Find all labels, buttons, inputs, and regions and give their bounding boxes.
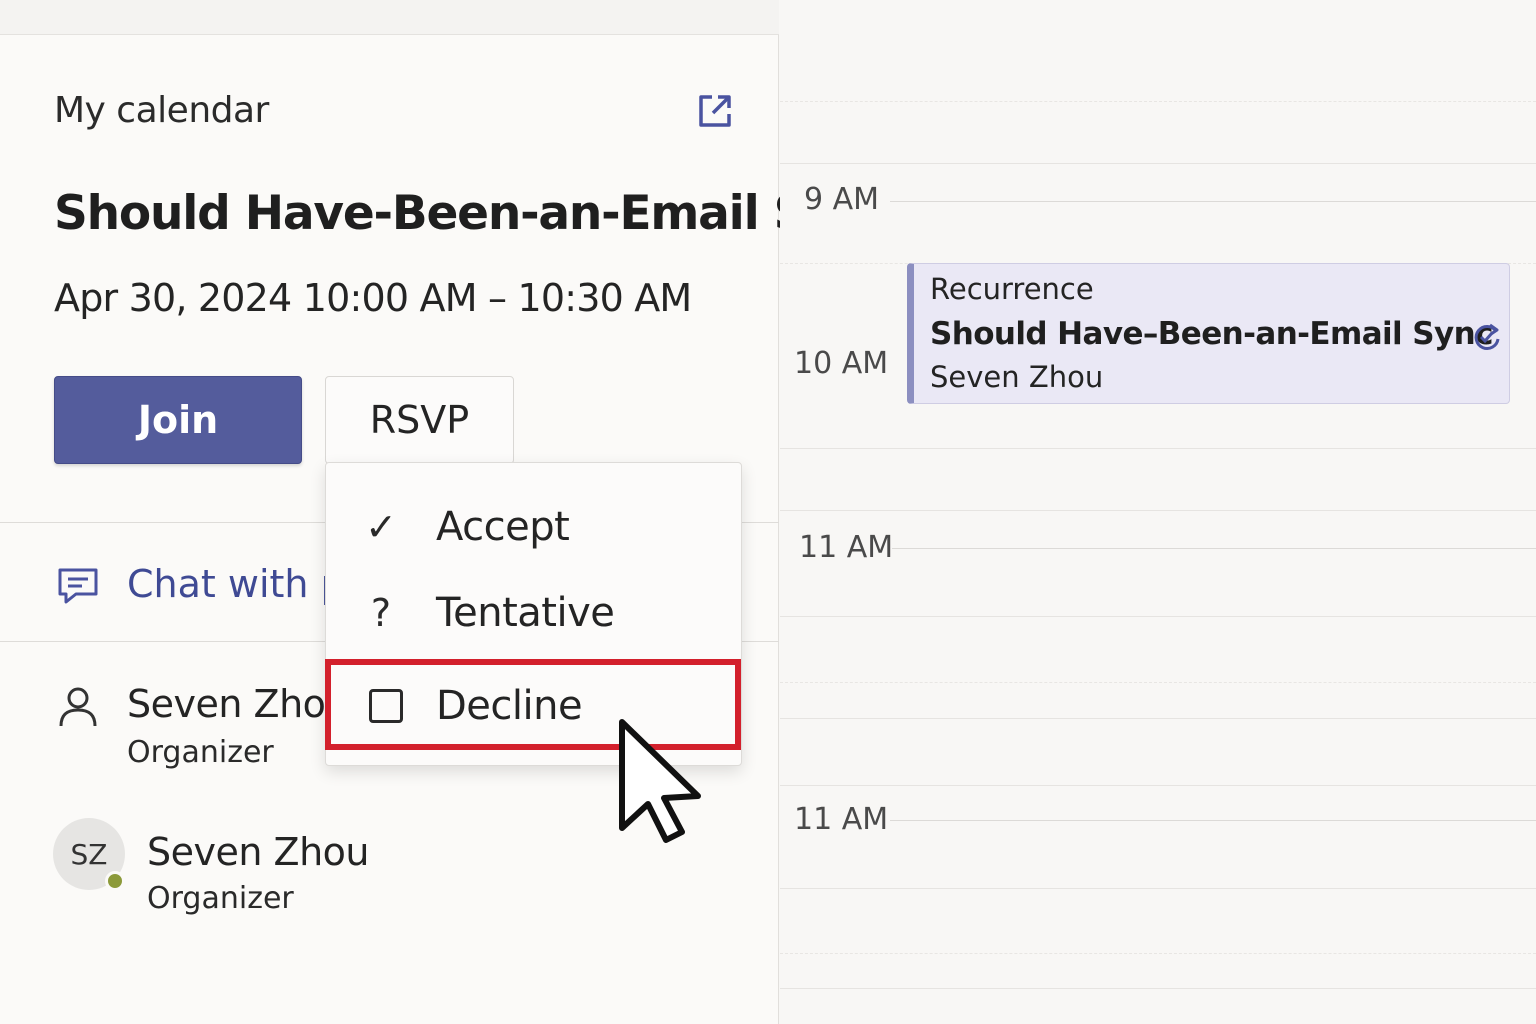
menu-item-label: Decline bbox=[436, 683, 583, 729]
event-recurrence-label: Recurrence bbox=[930, 272, 1094, 306]
popout-icon[interactable] bbox=[696, 92, 734, 130]
grid-line bbox=[780, 163, 1536, 164]
grid-line bbox=[780, 510, 1536, 511]
attendee-name: Seven Zhou bbox=[127, 682, 327, 726]
attendee-name: Seven Zhou bbox=[147, 830, 369, 874]
chat-with-participants-link[interactable]: Chat with p bbox=[127, 562, 327, 606]
time-label: 11 AM bbox=[799, 530, 894, 565]
rsvp-button[interactable]: RSVP bbox=[325, 376, 514, 464]
calendar-label: My calendar bbox=[54, 90, 269, 131]
grid-line bbox=[780, 785, 1536, 786]
menu-item-label: Accept bbox=[436, 504, 570, 550]
hour-line bbox=[890, 820, 1536, 821]
sync-icon bbox=[1474, 323, 1500, 350]
grid-line bbox=[780, 101, 1536, 102]
calendar-day-grid bbox=[780, 0, 1536, 1024]
menu-item-accept[interactable]: ✓ Accept bbox=[326, 485, 741, 569]
menu-item-tentative[interactable]: ? Tentative bbox=[326, 571, 741, 655]
hour-line bbox=[890, 201, 1536, 202]
grid-line bbox=[780, 682, 1536, 683]
time-label: 10 AM bbox=[794, 346, 889, 381]
grid-line bbox=[780, 448, 1536, 449]
time-label: 11 AM bbox=[794, 802, 889, 837]
grid-line bbox=[780, 888, 1536, 889]
time-label: 9 AM bbox=[804, 182, 880, 217]
meeting-time: Apr 30, 2024 10:00 AM – 10:30 AM bbox=[54, 276, 692, 320]
join-button[interactable]: Join bbox=[54, 376, 302, 464]
presence-status-dot bbox=[105, 871, 125, 891]
chat-icon[interactable] bbox=[56, 566, 100, 606]
question-icon: ? bbox=[370, 591, 392, 635]
person-icon bbox=[59, 687, 97, 727]
grid-line bbox=[780, 616, 1536, 617]
event-organizer: Seven Zhou bbox=[930, 360, 1104, 394]
panel-top-strip bbox=[0, 0, 779, 35]
grid-line bbox=[780, 988, 1536, 989]
grid-line bbox=[780, 718, 1536, 719]
checkbox-icon bbox=[369, 689, 403, 723]
grid-line bbox=[780, 953, 1536, 954]
hour-line bbox=[892, 548, 1536, 549]
event-title: Should Have–Been-an-Email Sync bbox=[930, 316, 1493, 352]
checkmark-icon: ✓ bbox=[365, 505, 397, 549]
calendar-event[interactable]: Recurrence Should Have–Been-an-Email Syn… bbox=[907, 263, 1510, 404]
menu-item-label: Tentative bbox=[436, 590, 615, 636]
meeting-title: Should Have-Been-an-Email Sync bbox=[54, 186, 896, 241]
attendee-role: Organizer bbox=[147, 881, 294, 916]
attendee-role: Organizer bbox=[127, 735, 274, 770]
